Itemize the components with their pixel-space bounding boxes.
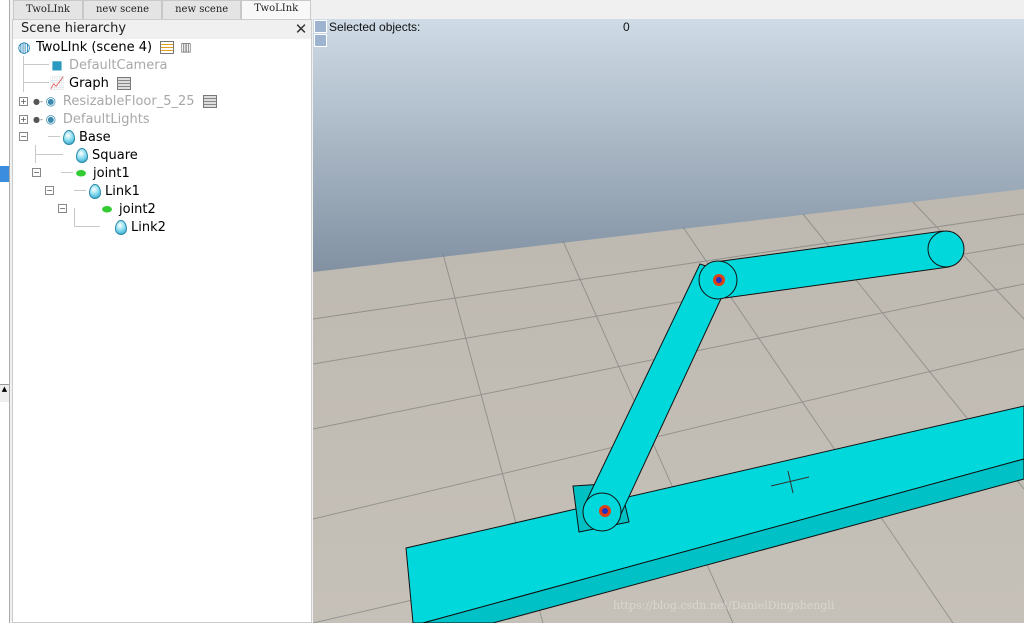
tree-item-link1[interactable]: Link1: [89, 182, 140, 200]
camera-icon: ■: [51, 58, 63, 72]
layers-icon: ▥: [180, 40, 192, 54]
close-icon[interactable]: ✕: [293, 20, 309, 38]
scene-render: https://blog.csdn.net/DanielDingshengli: [313, 19, 1024, 623]
tree-item-square[interactable]: Square: [76, 146, 138, 164]
tree-item-link2[interactable]: Link2: [115, 218, 166, 236]
globe-icon: ◍: [17, 38, 31, 56]
tab-twolink-1[interactable]: TwoLInk: [13, 0, 83, 19]
scroll-arrow[interactable]: ▲: [0, 384, 9, 402]
collapse-info-button[interactable]: [314, 20, 327, 33]
model-icon: ◉: [45, 112, 57, 126]
script-icon[interactable]: [116, 76, 131, 90]
collapse-icon[interactable]: −: [32, 168, 41, 177]
scene-tabs: TwoLInk new scene new scene TwoLInk: [13, 0, 312, 20]
tab-new-scene-1[interactable]: new scene: [82, 0, 163, 19]
panel-title: Scene hierarchy: [21, 21, 127, 36]
joint-icon: ⬬: [75, 166, 87, 180]
tree-item-resizablefloor[interactable]: ●- ◉ ResizableFloor_5_25: [33, 92, 217, 110]
collapse-icon[interactable]: −: [58, 204, 67, 213]
tree-item-defaultlights[interactable]: ●- ◉ DefaultLights: [33, 110, 150, 128]
script-icon[interactable]: [160, 40, 175, 54]
script-icon[interactable]: [202, 94, 217, 108]
collapse-icon[interactable]: −: [45, 186, 54, 195]
shape-icon: [115, 219, 127, 235]
joint-icon: ⬬: [101, 202, 113, 216]
shape-icon: [63, 129, 75, 145]
tree-item-graph[interactable]: 📈 Graph: [49, 74, 131, 92]
shape-icon: [76, 147, 88, 163]
tree-item-base[interactable]: Base: [63, 128, 111, 146]
tree-item-joint2[interactable]: ⬬ joint2: [99, 200, 156, 218]
panel-header: Scene hierarchy ✕: [13, 20, 311, 39]
watermark: https://blog.csdn.net/DanielDingshengli: [613, 599, 835, 612]
3d-viewport[interactable]: https://blog.csdn.net/DanielDingshengli …: [313, 19, 1024, 623]
tree-item-joint1[interactable]: ⬬ joint1: [73, 164, 130, 182]
left-side-strip: ▲: [0, 0, 10, 623]
info-toggle-button[interactable]: [314, 34, 327, 47]
selected-objects-count: 0: [623, 20, 630, 34]
selected-objects-label: Selected objects:: [329, 20, 421, 34]
shape-icon: [89, 183, 101, 199]
expand-icon[interactable]: +: [19, 97, 28, 106]
tree-item-defaultcamera[interactable]: ■ DefaultCamera: [49, 56, 167, 74]
scene-hierarchy-panel: Scene hierarchy ✕ + + − − − − ◍ TwoLInk (s…: [12, 19, 312, 623]
model-icon: ◉: [45, 94, 57, 108]
collapse-icon[interactable]: −: [19, 132, 28, 141]
expand-icon[interactable]: +: [19, 115, 28, 124]
tab-twolink-active[interactable]: TwoLInk: [241, 0, 312, 20]
tab-new-scene-2[interactable]: new scene: [162, 0, 242, 19]
graph-icon: 📈: [49, 76, 65, 90]
selected-item-highlight[interactable]: [0, 166, 9, 182]
tree-item-scene-root[interactable]: ◍ TwoLInk (scene 4) ▥: [16, 38, 194, 56]
